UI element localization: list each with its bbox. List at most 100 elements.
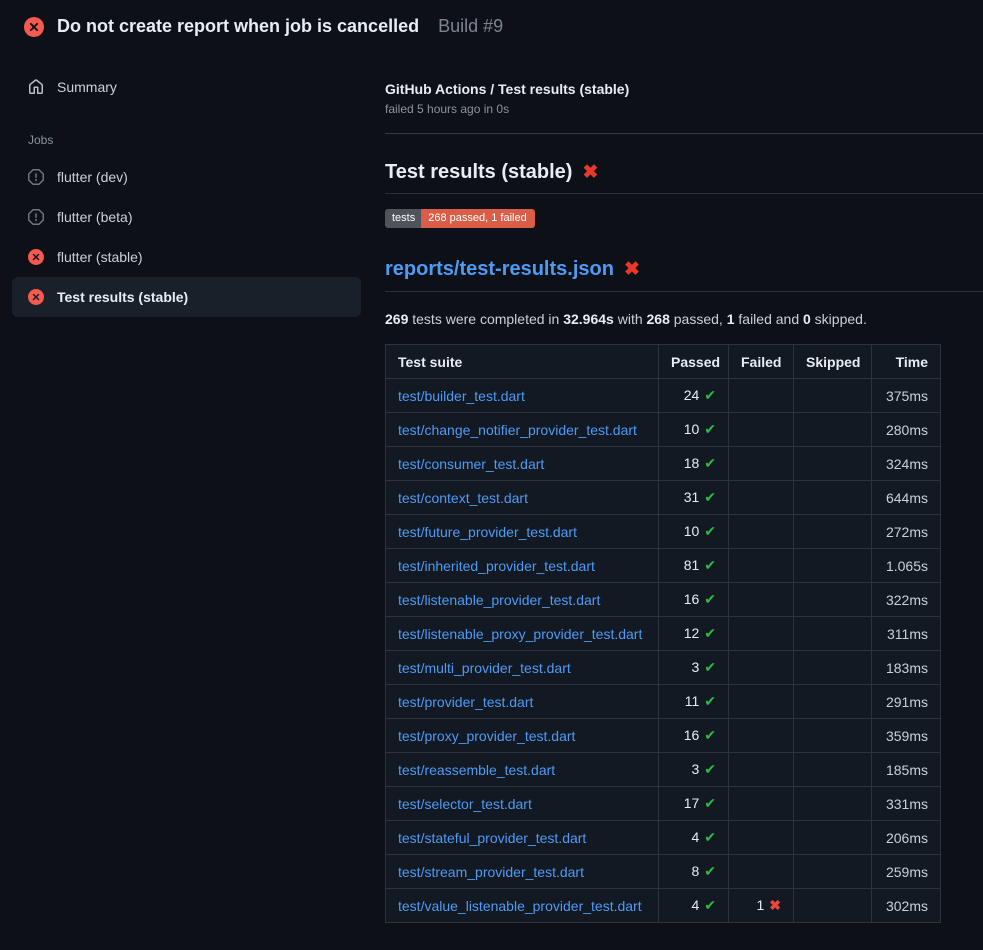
test-suite-link[interactable]: test/future_provider_test.dart bbox=[398, 524, 577, 540]
build-number: Build #9 bbox=[438, 16, 503, 37]
test-suite-link[interactable]: test/proxy_provider_test.dart bbox=[398, 728, 575, 744]
test-suite-link[interactable]: test/change_notifier_provider_test.dart bbox=[398, 422, 637, 438]
failed-cell bbox=[729, 651, 794, 685]
skipped-cell bbox=[794, 583, 872, 617]
time-cell: 311ms bbox=[872, 617, 941, 651]
passed-count: 268 bbox=[647, 311, 670, 327]
sidebar: Summary Jobs flutter (dev)flutter (beta)… bbox=[0, 51, 373, 317]
table-row: test/consumer_test.dart18✔324ms bbox=[386, 447, 941, 481]
sidebar-item-test-results-stable[interactable]: Test results (stable) bbox=[12, 277, 361, 317]
test-suite-cell: test/value_listenable_provider_test.dart bbox=[386, 889, 659, 923]
time-cell: 185ms bbox=[872, 753, 941, 787]
home-icon bbox=[28, 79, 44, 95]
passed-cell: 31✔ bbox=[659, 481, 729, 515]
test-suite-link[interactable]: test/stream_provider_test.dart bbox=[398, 864, 584, 880]
col-header-passed: Passed bbox=[659, 345, 729, 379]
section-title-text: Test results (stable) bbox=[385, 161, 572, 184]
stop-icon bbox=[28, 169, 44, 185]
failed-cell bbox=[729, 413, 794, 447]
table-row: test/builder_test.dart24✔375ms bbox=[386, 379, 941, 413]
stop-icon bbox=[28, 209, 44, 225]
passed-cell-value: 4 bbox=[691, 829, 699, 845]
sidebar-item-summary[interactable]: Summary bbox=[12, 67, 361, 107]
time-cell: 302ms bbox=[872, 889, 941, 923]
skipped-cell bbox=[794, 379, 872, 413]
table-row: test/listenable_provider_test.dart16✔322… bbox=[386, 583, 941, 617]
passed-cell-value: 18 bbox=[684, 455, 700, 471]
table-header-row: Test suite Passed Failed Skipped Time bbox=[386, 345, 941, 379]
check-icon: ✔ bbox=[704, 693, 716, 709]
table-row: test/reassemble_test.dart3✔185ms bbox=[386, 753, 941, 787]
test-suite-cell: test/proxy_provider_test.dart bbox=[386, 719, 659, 753]
table-row: test/stateful_provider_test.dart4✔206ms bbox=[386, 821, 941, 855]
sidebar-item-flutter-beta[interactable]: flutter (beta) bbox=[12, 197, 361, 237]
skipped-cell bbox=[794, 617, 872, 651]
passed-cell-value: 4 bbox=[691, 897, 699, 913]
skipped-count: 0 bbox=[803, 311, 811, 327]
test-suite-cell: test/selector_test.dart bbox=[386, 787, 659, 821]
table-row: test/provider_test.dart11✔291ms bbox=[386, 685, 941, 719]
test-suite-link[interactable]: test/consumer_test.dart bbox=[398, 456, 544, 472]
passed-cell-value: 11 bbox=[685, 693, 700, 709]
col-header-time: Time bbox=[872, 345, 941, 379]
passed-cell: 12✔ bbox=[659, 617, 729, 651]
test-suite-link[interactable]: test/provider_test.dart bbox=[398, 694, 533, 710]
time-cell: 259ms bbox=[872, 855, 941, 889]
report-file-link[interactable]: reports/test-results.json bbox=[385, 258, 614, 281]
test-suite-link[interactable]: test/reassemble_test.dart bbox=[398, 762, 555, 778]
failed-cell bbox=[729, 787, 794, 821]
failed-cell: 1✖ bbox=[729, 889, 794, 923]
check-icon: ✔ bbox=[704, 863, 716, 879]
test-suite-cell: test/change_notifier_provider_test.dart bbox=[386, 413, 659, 447]
cross-mark-icon: ✖ bbox=[624, 260, 640, 279]
test-suite-link[interactable]: test/listenable_proxy_provider_test.dart bbox=[398, 626, 642, 642]
time-cell: 183ms bbox=[872, 651, 941, 685]
check-icon: ✔ bbox=[704, 455, 716, 471]
cross-mark-icon: ✖ bbox=[582, 163, 598, 182]
passed-cell-value: 12 bbox=[684, 625, 700, 641]
passed-cell-value: 16 bbox=[684, 591, 700, 607]
check-icon: ✔ bbox=[704, 591, 716, 607]
time-cell: 1.065s bbox=[872, 549, 941, 583]
check-icon: ✔ bbox=[704, 625, 716, 641]
test-suite-link[interactable]: test/builder_test.dart bbox=[398, 388, 525, 404]
test-suite-link[interactable]: test/selector_test.dart bbox=[398, 796, 532, 812]
failed-cell bbox=[729, 515, 794, 549]
divider bbox=[385, 133, 983, 134]
x-circle-fill-icon bbox=[28, 249, 44, 265]
skipped-cell bbox=[794, 787, 872, 821]
test-suite-link[interactable]: test/context_test.dart bbox=[398, 490, 528, 506]
skipped-cell bbox=[794, 515, 872, 549]
failed-cell bbox=[729, 685, 794, 719]
skipped-cell bbox=[794, 447, 872, 481]
test-suite-link[interactable]: test/multi_provider_test.dart bbox=[398, 660, 571, 676]
x-circle-fill-icon bbox=[28, 289, 44, 305]
test-suite-cell: test/multi_provider_test.dart bbox=[386, 651, 659, 685]
passed-cell: 10✔ bbox=[659, 413, 729, 447]
sidebar-item-flutter-stable[interactable]: flutter (stable) bbox=[12, 237, 361, 277]
check-icon: ✔ bbox=[704, 727, 716, 743]
table-row: test/inherited_provider_test.dart81✔1.06… bbox=[386, 549, 941, 583]
passed-cell: 16✔ bbox=[659, 719, 729, 753]
failed-count: 1 bbox=[727, 311, 735, 327]
test-suite-cell: test/context_test.dart bbox=[386, 481, 659, 515]
test-suite-link[interactable]: test/stateful_provider_test.dart bbox=[398, 830, 586, 846]
passed-cell: 4✔ bbox=[659, 889, 729, 923]
sidebar-item-flutter-dev[interactable]: flutter (dev) bbox=[12, 157, 361, 197]
test-suite-cell: test/listenable_proxy_provider_test.dart bbox=[386, 617, 659, 651]
test-suite-link[interactable]: test/inherited_provider_test.dart bbox=[398, 558, 595, 574]
failed-cell-value: 1 bbox=[756, 897, 764, 913]
check-icon: ✔ bbox=[704, 659, 716, 675]
skipped-cell bbox=[794, 719, 872, 753]
passed-cell-value: 10 bbox=[684, 523, 700, 539]
test-suite-link[interactable]: test/value_listenable_provider_test.dart bbox=[398, 898, 642, 914]
job-label: Test results (stable) bbox=[57, 289, 188, 305]
main-content: GitHub Actions / Test results (stable) f… bbox=[373, 51, 983, 923]
check-icon: ✔ bbox=[704, 387, 716, 403]
passed-cell: 16✔ bbox=[659, 583, 729, 617]
total-time: 32.964s bbox=[563, 311, 614, 327]
test-suite-link[interactable]: test/listenable_provider_test.dart bbox=[398, 592, 600, 608]
skipped-cell bbox=[794, 413, 872, 447]
passed-cell: 10✔ bbox=[659, 515, 729, 549]
passed-cell: 17✔ bbox=[659, 787, 729, 821]
